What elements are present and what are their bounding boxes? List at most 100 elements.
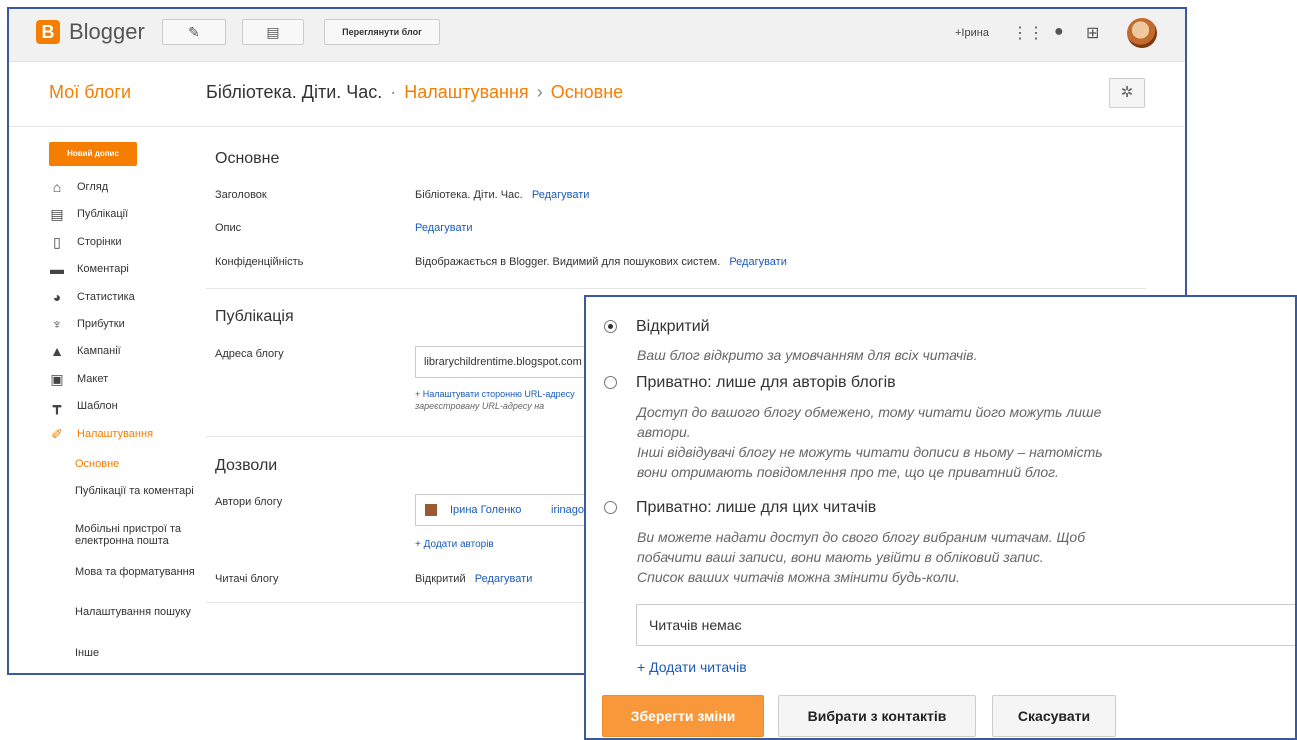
sidebar-sub-posts-comments[interactable]: Публікації та коментарі	[75, 485, 205, 497]
sidebar-sub-basic[interactable]: Основне	[75, 458, 205, 470]
sidebar-item-label: Коментарі	[77, 263, 129, 276]
posts-list-button[interactable]: ▤	[242, 19, 304, 45]
top-bar: B Blogger ✎ ▤ Переглянути блог +Ірина ⋮⋮…	[9, 9, 1185, 62]
option-private-authors-desc: Доступ до вашого блогу обмежено, тому чи…	[637, 402, 1287, 482]
blog-address-field[interactable]: librarychildrentime.blogspot.com	[415, 346, 595, 378]
blogger-logo-icon[interactable]: B	[36, 20, 60, 44]
option-public-label[interactable]: Відкритий	[636, 318, 710, 336]
sidebar-item-label: Публікації	[77, 208, 129, 221]
blog-address-label: Адреса блогу	[215, 348, 284, 360]
radio-private-readers[interactable]	[604, 501, 617, 514]
pencil-icon: ✎	[188, 24, 200, 40]
breadcrumb: Бібліотека. Діти. Час. · Налаштування › Осно…	[206, 82, 623, 103]
readers-status: Відкритий	[415, 573, 466, 585]
cancel-button[interactable]: Скасувати	[992, 695, 1116, 737]
sidebar-sub-mobile-email[interactable]: Мобільні пристрої та електронна пошта	[75, 523, 205, 547]
edit-title-link[interactable]: Редагувати	[532, 189, 590, 201]
user-name-link[interactable]: +Ірина	[955, 27, 989, 39]
author-name-link[interactable]: Ірина Голенко	[450, 504, 521, 516]
layout-icon: ▣	[50, 370, 64, 387]
sidebar-item-pages[interactable]: ▯ Сторінки	[49, 232, 209, 259]
blog-title-text: Бібліотека. Діти. Час.	[415, 189, 523, 201]
sidebar-item-label: Огляд	[77, 181, 109, 193]
edit-readers-link[interactable]: Редагувати	[475, 573, 533, 585]
sidebar-item-layout[interactable]: ▣ Макет	[49, 369, 209, 396]
title-value: Бібліотека. Діти. Час. Редагувати	[415, 189, 589, 201]
sidebar-item-settings[interactable]: ✐ Налаштування	[49, 424, 209, 451]
privacy-label: Конфіденційність	[215, 256, 304, 268]
logo-text[interactable]: Blogger	[69, 19, 145, 45]
avatar[interactable]	[1127, 18, 1157, 48]
view-blog-button[interactable]: Переглянути блог	[324, 19, 440, 45]
sidebar-item-label: Шаблон	[77, 400, 118, 413]
save-changes-button[interactable]: Зберегти зміни	[602, 695, 764, 737]
blog-readers-value: Відкритий Редагувати	[415, 573, 532, 585]
desc-line: вони отримають повідомлення про те, що ц…	[637, 464, 1059, 480]
privacy-value: Відображається в Blogger. Видимий для по…	[415, 256, 787, 268]
blog-readers-label: Читачі блогу	[215, 573, 279, 585]
add-readers-link[interactable]: + Додати читачів	[637, 659, 747, 675]
sidebar-item-template[interactable]: ┳ Шаблон	[49, 396, 209, 423]
desc-line: Ваш блог відкрито за умовчанням для всіх…	[637, 347, 978, 363]
gear-icon[interactable]: ✲	[1109, 78, 1145, 108]
sidebar-nav: ⌂ Огляд ▤ Публікації ▯ Сторінки ▬ Коментарі …	[49, 177, 209, 451]
wrench-icon: ✐	[51, 425, 63, 442]
edit-privacy-link[interactable]: Редагувати	[729, 256, 787, 268]
author-avatar	[425, 504, 437, 516]
radio-private-authors[interactable]	[604, 376, 617, 389]
sidebar-sub-search[interactable]: Налаштування пошуку	[75, 606, 205, 618]
privacy-text: Відображається в Blogger. Видимий для по…	[415, 256, 721, 268]
divider	[206, 288, 1146, 289]
posts-icon: ▤	[50, 206, 64, 223]
stats-icon: ◕	[52, 288, 62, 305]
sidebar-item-comments[interactable]: ▬ Коментарі	[49, 259, 209, 286]
new-post-pencil-button[interactable]: ✎	[162, 19, 226, 45]
sidebar-sub-other[interactable]: Інше	[75, 647, 205, 659]
option-private-authors-label[interactable]: Приватно: лише для авторів блогів	[636, 374, 896, 392]
option-private-readers-label[interactable]: Приватно: лише для цих читачів	[636, 499, 876, 517]
desc-line: Доступ до вашого блогу обмежено, тому чи…	[637, 404, 1102, 420]
add-authors-link[interactable]: + Додати авторів	[415, 539, 494, 550]
sidebar-item-posts[interactable]: ▤ Публікації	[49, 204, 209, 231]
desc-line: автори.	[637, 424, 691, 440]
sidebar-item-stats[interactable]: ◕ Статистика	[49, 287, 209, 314]
sidebar-item-earnings[interactable]: ♆ Прибутки	[49, 314, 209, 341]
sidebar-item-overview[interactable]: ⌂ Огляд	[49, 177, 209, 204]
readers-input[interactable]: Читачів немає	[636, 604, 1295, 646]
sidebar-item-campaigns[interactable]: ▲ Кампанії	[49, 341, 209, 368]
edit-description-link[interactable]: Редагувати	[415, 222, 473, 234]
blog-authors-label: Автори блогу	[215, 496, 283, 508]
radio-public[interactable]	[604, 320, 617, 333]
desc-line: Інші відвідувачі блогу не можуть читати …	[637, 444, 1103, 460]
page-header: Мої блоги Бібліотека. Діти. Час. · Налашту…	[9, 62, 1185, 127]
choose-contacts-button[interactable]: Вибрати з контактів	[778, 695, 976, 737]
sidebar-item-label: Сторінки	[77, 235, 122, 248]
section-title-permissions: Дозволи	[215, 457, 278, 474]
sidebar-item-label: Налаштування	[77, 427, 154, 440]
sidebar-item-label: Макет	[77, 372, 109, 385]
breadcrumb-settings[interactable]: Налаштування	[404, 82, 528, 102]
sidebar-item-label: Статистика	[77, 290, 135, 303]
sidebar-sub-language[interactable]: Мова та форматування	[75, 566, 205, 578]
custom-url-link[interactable]: + Налаштувати сторонню URL-адресу	[415, 389, 595, 400]
new-post-button[interactable]: Новий допис	[49, 142, 137, 166]
authors-list: Ірина Голенко irinagolenko	[415, 494, 595, 526]
option-private-readers-desc: Ви можете надати доступ до свого блогу в…	[637, 527, 1287, 587]
comments-icon: ▬	[50, 261, 64, 278]
trophy-icon: ♆	[51, 315, 63, 332]
title-label: Заголовок	[215, 189, 267, 201]
my-blogs-link[interactable]: Мої блоги	[49, 82, 131, 103]
custom-url-note: зареєстровану URL-адресу на	[415, 401, 545, 411]
apps-grid-icon[interactable]: ⋮⋮	[1012, 23, 1044, 43]
option-public-desc: Ваш блог відкрито за умовчанням для всіх…	[637, 345, 1287, 365]
template-icon: ┳	[52, 398, 62, 415]
sidebar-item-label: Кампанії	[77, 345, 121, 358]
posts-icon: ▤	[266, 24, 280, 40]
campaigns-icon: ▲	[50, 343, 64, 360]
pages-icon: ▯	[53, 233, 61, 250]
share-plus-icon[interactable]: ⊞	[1086, 23, 1099, 43]
breadcrumb-blog[interactable]: Бібліотека. Діти. Час.	[206, 82, 382, 102]
breadcrumb-dot: ·	[390, 82, 397, 102]
section-title-basic: Основне	[215, 150, 280, 167]
notifications-icon[interactable]: ●	[1054, 23, 1064, 41]
